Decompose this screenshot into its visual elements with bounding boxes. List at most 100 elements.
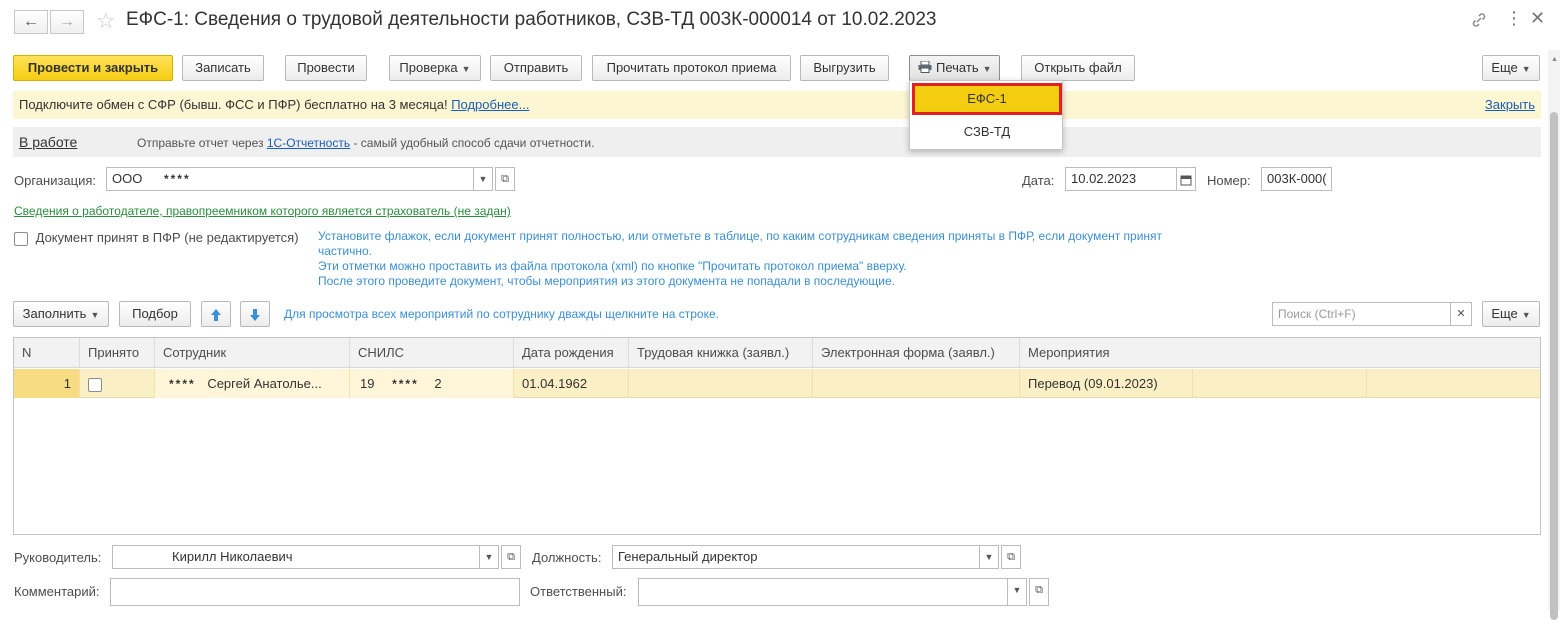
caret-down-icon: ▼ <box>1521 310 1531 320</box>
organization-mask: **** <box>163 172 191 186</box>
comment-label: Комментарий: <box>14 584 100 599</box>
banner-close-link[interactable]: Закрыть <box>1485 97 1535 112</box>
comment-field[interactable] <box>110 578 520 606</box>
row-number: 1 <box>14 369 80 398</box>
link-icon[interactable] <box>1470 11 1488 29</box>
snils-end: 2 <box>434 376 442 391</box>
organization-dropdown-button[interactable]: ▼ <box>473 167 493 191</box>
accepted-checkbox[interactable] <box>14 231 28 246</box>
select-button[interactable]: Подбор <box>119 301 191 327</box>
print-menu-item-szv-td[interactable]: СЗВ-ТД <box>912 117 1062 147</box>
status-text-after: - самый удобный способ сдачи отчетности. <box>353 136 595 150</box>
save-button[interactable]: Записать <box>182 55 264 81</box>
search-input[interactable]: Поиск (Ctrl+F) <box>1272 302 1451 326</box>
banner-more-link[interactable]: Подробнее... <box>451 97 529 112</box>
open-file-button[interactable]: Открыть файл <box>1021 55 1135 81</box>
column-header-events[interactable]: Мероприятия <box>1020 338 1540 368</box>
search-clear-button[interactable]: ✕ <box>1450 302 1472 326</box>
position-label: Должность: <box>532 550 602 565</box>
calendar-button[interactable] <box>1176 167 1196 191</box>
arrow-left-icon: ← <box>23 13 39 30</box>
arrow-right-icon: → <box>59 13 75 30</box>
responsible-field[interactable] <box>638 578 1008 606</box>
post-and-close-button[interactable]: Провести и закрыть <box>13 55 173 81</box>
column-header-electronic-form[interactable]: Электронная форма (заявл.) <box>813 338 1020 368</box>
number-field[interactable]: 003К-000( <box>1261 167 1332 191</box>
move-up-button[interactable] <box>201 301 231 327</box>
accepted-hint: Установите флажок, если документ принят … <box>318 229 1162 289</box>
send-button[interactable]: Отправить <box>490 55 582 81</box>
responsible-open-button[interactable]: ⧉ <box>1029 578 1049 606</box>
row-work-book <box>629 369 813 398</box>
position-dropdown-button[interactable]: ▼ <box>979 545 999 569</box>
caret-down-icon: ▼ <box>90 310 100 320</box>
column-header-employee[interactable]: Сотрудник <box>155 338 350 368</box>
status-text-before: Отправьте отчет через <box>137 136 264 150</box>
row-birth-date: 01.04.1962 <box>514 369 629 398</box>
organization-open-button[interactable]: ⧉ <box>495 167 515 191</box>
move-down-button[interactable] <box>240 301 270 327</box>
reporting-service-link[interactable]: 1С-Отчетность <box>267 136 350 150</box>
post-button[interactable]: Провести <box>285 55 367 81</box>
column-header-work-book[interactable]: Трудовая книжка (заявл.) <box>629 338 813 368</box>
forward-button[interactable]: → <box>50 10 84 34</box>
head-field[interactable]: Кирилл Николаевич <box>112 545 480 569</box>
head-dropdown-button[interactable]: ▼ <box>479 545 499 569</box>
caret-down-icon: ▼ <box>1012 585 1022 595</box>
organization-label: Организация: <box>14 173 97 188</box>
table-hint: Для просмотра всех мероприятий по сотруд… <box>284 307 719 321</box>
export-button[interactable]: Выгрузить <box>800 55 889 81</box>
row-extra-cell <box>1193 369 1367 398</box>
head-open-button[interactable]: ⧉ <box>501 545 521 569</box>
vertical-scrollbar[interactable]: ▲ <box>1548 50 1560 620</box>
check-dropdown-button[interactable]: Проверка ▼ <box>389 55 481 81</box>
table-more-label: Еще <box>1491 306 1518 321</box>
snils-mask: **** <box>392 377 419 391</box>
fill-dropdown-button[interactable]: Заполнить ▼ <box>13 301 109 327</box>
status-bar: В работе Отправьте отчет через 1С-Отчетн… <box>13 127 1541 157</box>
responsible-dropdown-button[interactable]: ▼ <box>1007 578 1027 606</box>
organization-field[interactable]: ООО **** <box>106 167 474 191</box>
open-item-icon: ⧉ <box>501 173 509 185</box>
scroll-up-icon[interactable]: ▲ <box>1551 56 1558 63</box>
print-label: Печать <box>936 60 979 75</box>
scrollbar-thumb[interactable] <box>1550 112 1558 620</box>
accepted-checkbox-row[interactable]: Документ принят в ПФР (не редактируется) <box>14 230 299 246</box>
favorite-star-icon[interactable]: ☆ <box>96 8 116 34</box>
row-accepted-cell[interactable] <box>80 369 155 398</box>
printer-icon <box>918 57 932 81</box>
date-label: Дата: <box>1022 173 1055 188</box>
print-menu: ЕФС-1 СЗВ-ТД <box>909 80 1063 150</box>
print-dropdown-button[interactable]: Печать ▼ <box>909 55 1000 81</box>
row-employee: **** Сергей Анатолье... <box>155 369 350 398</box>
print-menu-item-efs1[interactable]: ЕФС-1 <box>912 83 1062 115</box>
hint-line: Установите флажок, если документ принят … <box>318 229 1163 243</box>
row-events: Перевод (09.01.2023) <box>1020 369 1193 398</box>
document-state-link[interactable]: В работе <box>19 134 77 150</box>
back-button[interactable]: ← <box>14 10 48 34</box>
table-header: N Принято Сотрудник СНИЛС Дата рождения … <box>14 338 1540 368</box>
snils-start: 19 <box>360 376 375 391</box>
more-vertical-icon[interactable]: ⋮ <box>1505 9 1523 27</box>
column-header-accepted[interactable]: Принято <box>80 338 155 368</box>
caret-down-icon: ▼ <box>1521 64 1531 74</box>
arrow-up-icon <box>211 308 221 321</box>
read-protocol-button[interactable]: Прочитать протокол приема <box>592 55 791 81</box>
column-header-n[interactable]: N <box>14 338 80 368</box>
employer-successor-link[interactable]: Сведения о работодателе, правопреемником… <box>14 204 511 218</box>
head-value: Кирилл Николаевич <box>172 549 293 564</box>
column-header-snils[interactable]: СНИЛС <box>350 338 514 368</box>
column-header-birth-date[interactable]: Дата рождения <box>514 338 629 368</box>
more-button[interactable]: Еще ▼ <box>1482 55 1540 81</box>
position-field[interactable]: Генеральный директор <box>612 545 980 569</box>
date-field[interactable]: 10.02.2023 <box>1065 167 1177 191</box>
table-row[interactable]: 1 **** Сергей Анатолье... 19 **** 2 01.0… <box>14 369 1540 398</box>
accepted-label: Документ принят в ПФР (не редактируется) <box>35 230 299 245</box>
table-more-button[interactable]: Еще ▼ <box>1482 301 1540 327</box>
close-icon[interactable]: ✕ <box>1530 9 1545 27</box>
clear-icon: ✕ <box>1456 308 1466 320</box>
fill-label: Заполнить <box>22 306 87 321</box>
row-accepted-checkbox[interactable] <box>88 377 102 392</box>
position-open-button[interactable]: ⧉ <box>1001 545 1021 569</box>
open-item-icon: ⧉ <box>1035 584 1043 596</box>
